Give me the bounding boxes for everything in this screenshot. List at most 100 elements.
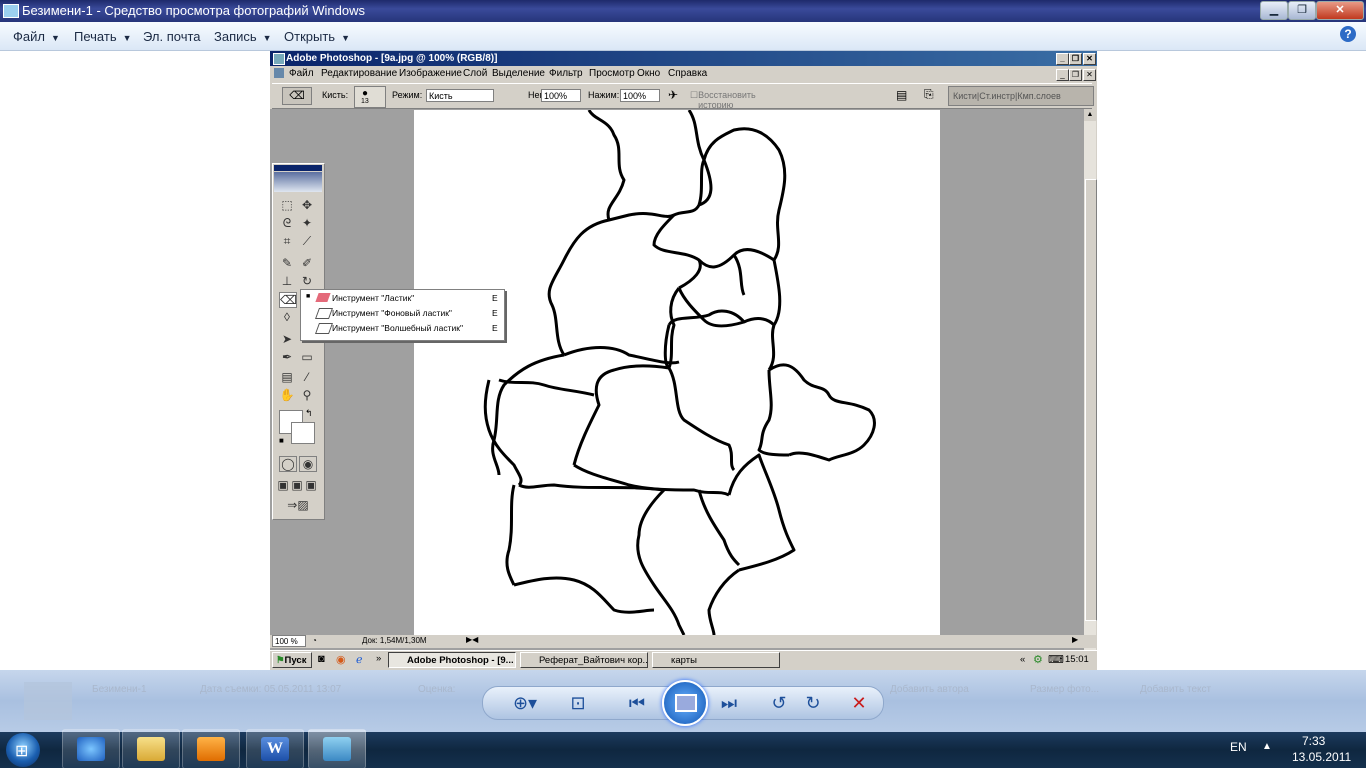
history-brush-icon[interactable]: ↻ bbox=[299, 274, 315, 288]
taskbar-photo-viewer[interactable] bbox=[308, 729, 366, 769]
ps-menu-layer[interactable]: Слой bbox=[463, 68, 487, 79]
status-menu-icon[interactable]: ◔ bbox=[312, 636, 317, 645]
menu-open[interactable]: Открыть ▼ bbox=[284, 29, 350, 44]
next-icon[interactable]: ⏭ bbox=[709, 691, 749, 715]
mode-select[interactable]: Кисть bbox=[426, 89, 494, 102]
palette-well[interactable]: Кисти|Ст.инстр|Кмп.слоев bbox=[948, 86, 1094, 106]
rotate-left-icon[interactable]: ↺ bbox=[767, 691, 791, 715]
ps-menu-edit[interactable]: Редактирование bbox=[321, 68, 397, 79]
zoom-icon[interactable]: ⊕▾ bbox=[507, 691, 543, 715]
lasso-tool-icon[interactable]: ᘓ bbox=[279, 216, 295, 230]
close-button[interactable]: ✕ bbox=[1316, 1, 1364, 20]
rotate-right-icon[interactable]: ↻ bbox=[801, 691, 825, 715]
status-arrow-icon[interactable]: ▶◀ bbox=[466, 635, 484, 647]
flyout-item-background-eraser[interactable]: Инструмент "Фоновый ластик" E bbox=[301, 305, 504, 320]
slideshow-button[interactable] bbox=[662, 680, 708, 726]
menu-print[interactable]: Печать ▼ bbox=[74, 29, 132, 44]
menu-email[interactable]: Эл. почта bbox=[143, 29, 201, 44]
taskbar-explorer[interactable] bbox=[122, 729, 180, 769]
notes-tool-icon[interactable]: ▤ bbox=[279, 370, 295, 384]
path-select-icon[interactable]: ➤ bbox=[279, 332, 295, 346]
screen-mode-3-icon[interactable]: ▣ bbox=[305, 478, 317, 492]
healing-brush-icon[interactable]: ✎ bbox=[279, 256, 295, 270]
taskbar-ie[interactable] bbox=[62, 729, 120, 769]
brush-picker[interactable]: ● 13 bbox=[354, 86, 386, 108]
scroll-thumb[interactable] bbox=[1085, 179, 1097, 621]
ps-menu-window[interactable]: Окно bbox=[637, 68, 660, 79]
zoom-tool-icon[interactable]: ⚲ bbox=[299, 388, 315, 402]
doc-close-button[interactable]: ✕ bbox=[1083, 69, 1096, 81]
language-indicator[interactable]: EN bbox=[1230, 740, 1247, 754]
flyout-item-eraser[interactable]: ■ Инструмент "Ластик" E bbox=[301, 290, 504, 305]
tray-up-arrow-icon[interactable]: ▲ bbox=[1262, 741, 1272, 752]
xp-task-word[interactable]: Реферат_Вайтович кор... bbox=[520, 652, 648, 668]
stamp-tool-icon[interactable]: ⊥ bbox=[279, 274, 295, 288]
screen-mode-1-icon[interactable]: ▣ bbox=[277, 478, 289, 492]
magic-wand-icon[interactable]: ✦ bbox=[299, 216, 315, 230]
tray-expand-button[interactable]: « bbox=[1020, 654, 1025, 665]
tray-time[interactable]: 7:33 bbox=[1302, 734, 1325, 748]
move-tool-icon[interactable]: ✥ bbox=[299, 198, 315, 212]
xp-task-photoshop[interactable]: Adobe Photoshop - [9... bbox=[388, 652, 516, 668]
doc-restore-button[interactable]: ❐ bbox=[1069, 69, 1082, 81]
ps-menu-filter[interactable]: Фильтр bbox=[549, 68, 583, 79]
ps-minimize-button[interactable]: _ bbox=[1056, 53, 1069, 65]
pressure-field[interactable]: 100% bbox=[620, 89, 660, 102]
quicklaunch-more-icon[interactable]: » bbox=[376, 653, 381, 664]
taskbar-media-player[interactable] bbox=[182, 729, 240, 769]
marquee-tool-icon[interactable]: ⬚ bbox=[279, 198, 295, 212]
minimize-button[interactable]: ▁ bbox=[1260, 1, 1288, 20]
ie-icon[interactable]: ℯ bbox=[356, 653, 363, 666]
scroll-up-button[interactable]: ▲ bbox=[1084, 109, 1096, 121]
standard-mode-icon[interactable]: ◯ bbox=[279, 456, 297, 472]
help-icon[interactable]: ? bbox=[1340, 26, 1356, 42]
file-browser-icon[interactable]: ⎘ bbox=[924, 87, 934, 102]
flyout-item-magic-eraser[interactable]: Инструмент "Волшебный ластик" E bbox=[301, 320, 504, 335]
zoom-field[interactable]: 100 % bbox=[272, 635, 306, 647]
start-orb[interactable]: ⊞ bbox=[6, 733, 40, 767]
shape-tool-icon[interactable]: ▭ bbox=[299, 350, 315, 364]
eraser-preset-icon[interactable]: ⌫ bbox=[282, 87, 312, 105]
slice-tool-icon[interactable]: ⟋ bbox=[299, 234, 315, 248]
default-colors-icon[interactable]: ■ bbox=[279, 436, 284, 445]
eraser-tool-icon[interactable]: ⌫ bbox=[279, 292, 297, 308]
delete-icon[interactable]: ✕ bbox=[845, 691, 873, 715]
ps-menu-view[interactable]: Просмотр bbox=[589, 68, 635, 79]
hand-tool-icon[interactable]: ✋ bbox=[279, 388, 295, 402]
ps-close-button[interactable]: ✕ bbox=[1083, 53, 1096, 65]
quickmask-mode-icon[interactable]: ◉ bbox=[299, 456, 317, 472]
xp-start-button[interactable]: ⚑Пуск bbox=[272, 652, 312, 668]
blur-tool-icon[interactable]: ◊ bbox=[279, 310, 295, 324]
menu-file[interactable]: Файл ▼ bbox=[13, 29, 60, 44]
tray-network-icon[interactable]: ⌨ bbox=[1048, 653, 1064, 666]
menu-burn[interactable]: Запись ▼ bbox=[214, 29, 272, 44]
quicklaunch-desktop-icon[interactable]: ◙ bbox=[318, 653, 325, 665]
doc-minimize-button[interactable]: _ bbox=[1056, 69, 1069, 81]
airbrush-icon[interactable]: ✈ bbox=[668, 88, 678, 102]
tray-icon[interactable]: ⚙ bbox=[1033, 653, 1043, 666]
ps-menu-select[interactable]: Выделение bbox=[492, 68, 545, 79]
ps-menu-file[interactable]: Файл bbox=[289, 68, 314, 79]
xp-task-folder[interactable]: карты bbox=[652, 652, 780, 668]
jump-to-imageready-icon[interactable]: ⇒▨ bbox=[281, 498, 315, 512]
vertical-scrollbar[interactable]: ▲ ▼ bbox=[1084, 109, 1097, 685]
taskbar-word[interactable]: W bbox=[246, 729, 304, 769]
ps-menu-help[interactable]: Справка bbox=[668, 68, 707, 79]
crop-tool-icon[interactable]: ⌗ bbox=[279, 234, 295, 248]
previous-icon[interactable]: ⏮ bbox=[617, 691, 657, 715]
background-color[interactable] bbox=[291, 422, 315, 444]
restore-history-checkbox[interactable]: ☐ Восстановить историю bbox=[690, 90, 756, 110]
ps-menu-image[interactable]: Изображение bbox=[399, 68, 462, 79]
ps-restore-button[interactable]: ❐ bbox=[1069, 53, 1082, 65]
firefox-icon[interactable]: ◉ bbox=[336, 653, 346, 666]
palette-icon[interactable]: ▤ bbox=[896, 88, 907, 102]
screen-mode-2-icon[interactable]: ▣ bbox=[291, 478, 303, 492]
maximize-button[interactable]: ❐ bbox=[1288, 1, 1316, 20]
brush-tool-icon[interactable]: ✐ bbox=[299, 256, 315, 270]
image-canvas[interactable] bbox=[414, 110, 940, 635]
opacity-field[interactable]: 100% bbox=[541, 89, 581, 102]
actual-size-icon[interactable]: ⊡ bbox=[563, 691, 593, 715]
scroll-right-button[interactable]: ▶ bbox=[1072, 635, 1078, 644]
tray-date[interactable]: 13.05.2011 bbox=[1292, 750, 1351, 764]
eyedropper-icon[interactable]: ⁄ bbox=[299, 370, 315, 384]
